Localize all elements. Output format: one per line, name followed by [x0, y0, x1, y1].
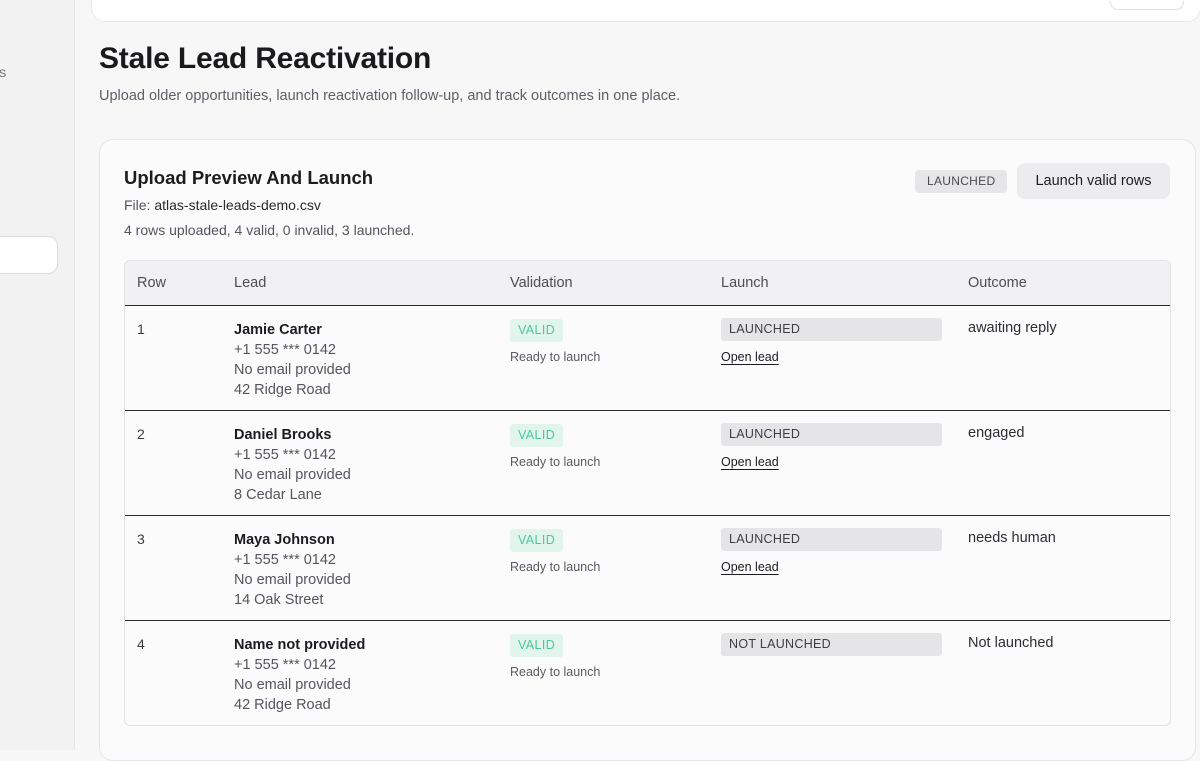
- lead-phone: +1 555 *** 0142: [234, 342, 336, 358]
- validation-note: Ready to launch: [510, 560, 601, 574]
- sidebar: e ES: [0, 0, 75, 750]
- leads-table: Row Lead Validation Launch Outcome 1 Jam…: [124, 260, 1171, 726]
- card-title: Upload Preview And Launch: [124, 167, 374, 188]
- lead-name: Jamie Carter: [234, 322, 322, 338]
- validation-badge: VALID: [510, 634, 564, 657]
- row-number: 3: [137, 531, 145, 547]
- launch-status: LAUNCHED: [721, 318, 942, 341]
- open-lead-link[interactable]: Open lead: [721, 455, 779, 469]
- table-header: Row Lead Validation Launch Outcome: [125, 261, 1170, 306]
- lead-details: Name not provided +1 555 *** 0142 No ema…: [234, 635, 365, 715]
- row-number: 1: [137, 321, 145, 337]
- outcome-text: needs human: [968, 530, 1056, 546]
- file-label: File:: [124, 197, 151, 213]
- lead-address: 42 Ridge Road: [234, 697, 331, 713]
- validation-note: Ready to launch: [510, 665, 601, 679]
- column-header-validation: Validation: [510, 275, 573, 291]
- lead-address: 8 Cedar Lane: [234, 487, 322, 503]
- column-header-launch: Launch: [721, 275, 769, 291]
- validation-badge: VALID: [510, 319, 564, 342]
- table-row: 1 Jamie Carter +1 555 *** 0142 No email …: [125, 306, 1170, 411]
- column-header-row: Row: [137, 275, 167, 291]
- table-row: 4 Name not provided +1 555 *** 0142 No e…: [125, 621, 1170, 725]
- lead-details: Maya Johnson +1 555 *** 0142 No email pr…: [234, 530, 351, 610]
- outcome-text: Not launched: [968, 635, 1054, 651]
- lead-email: No email provided: [234, 572, 351, 588]
- file-name: atlas-stale-leads-demo.csv: [154, 197, 321, 213]
- lead-email: No email provided: [234, 677, 351, 693]
- table-row: 2 Daniel Brooks +1 555 *** 0142 No email…: [125, 411, 1170, 516]
- row-number: 2: [137, 426, 145, 442]
- status-badge: LAUNCHED: [915, 170, 1008, 193]
- lead-phone: +1 555 *** 0142: [234, 552, 336, 568]
- lead-address: 14 Oak Street: [234, 592, 324, 608]
- top-bar-button[interactable]: [1110, 1, 1184, 10]
- launch-valid-rows-button[interactable]: Launch valid rows: [1017, 163, 1170, 199]
- launch-status: LAUNCHED: [721, 423, 942, 446]
- validation-badge: VALID: [510, 424, 564, 447]
- lead-name: Name not provided: [234, 637, 366, 653]
- lead-address: 42 Ridge Road: [234, 382, 331, 398]
- launch-status: LAUNCHED: [721, 528, 942, 551]
- validation-note: Ready to launch: [510, 455, 601, 469]
- lead-name: Maya Johnson: [234, 532, 335, 548]
- open-lead-link[interactable]: Open lead: [721, 350, 779, 364]
- upload-stats: 4 rows uploaded, 4 valid, 0 invalid, 3 l…: [124, 222, 415, 238]
- lead-details: Daniel Brooks +1 555 *** 0142 No email p…: [234, 425, 351, 505]
- lead-email: No email provided: [234, 362, 351, 378]
- launch-status: NOT LAUNCHED: [721, 633, 942, 656]
- top-bar: [91, 0, 1200, 22]
- open-lead-link[interactable]: Open lead: [721, 560, 779, 574]
- outcome-text: engaged: [968, 425, 1025, 441]
- validation-badge: VALID: [510, 529, 564, 552]
- lead-phone: +1 555 *** 0142: [234, 447, 336, 463]
- file-info: File: atlas-stale-leads-demo.csv: [124, 197, 321, 213]
- table-row: 3 Maya Johnson +1 555 *** 0142 No email …: [125, 516, 1170, 621]
- lead-email: No email provided: [234, 467, 351, 483]
- lead-phone: +1 555 *** 0142: [234, 657, 336, 673]
- lead-details: Jamie Carter +1 555 *** 0142 No email pr…: [234, 320, 351, 400]
- lead-name: Daniel Brooks: [234, 427, 332, 443]
- sidebar-item[interactable]: [0, 236, 58, 274]
- row-number: 4: [137, 636, 145, 652]
- validation-note: Ready to launch: [510, 350, 601, 364]
- page-title: Stale Lead Reactivation: [99, 42, 432, 75]
- page-subtitle: Upload older opportunities, launch react…: [99, 88, 681, 104]
- column-header-outcome: Outcome: [968, 275, 1027, 291]
- sidebar-partial-caption: ES: [0, 68, 8, 80]
- outcome-text: awaiting reply: [968, 320, 1057, 336]
- column-header-lead: Lead: [234, 275, 267, 291]
- upload-preview-card: Upload Preview And Launch File: atlas-st…: [99, 139, 1196, 761]
